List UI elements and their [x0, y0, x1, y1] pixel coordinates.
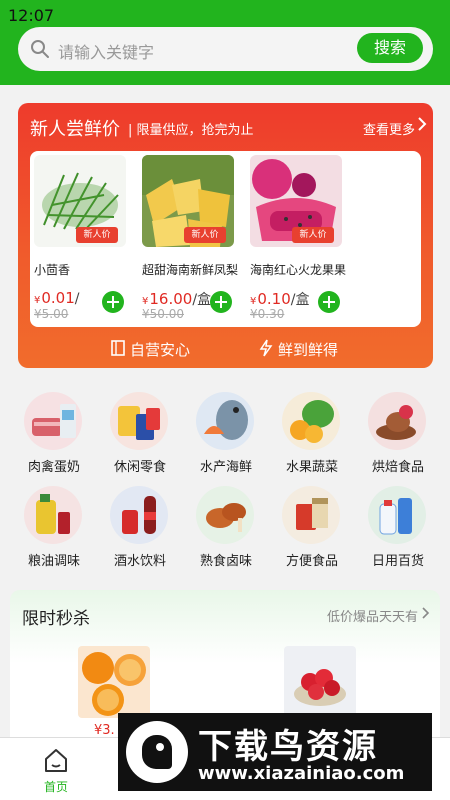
cooked-food-icon	[196, 486, 254, 544]
category-label: 肉禽蛋奶	[27, 460, 80, 475]
category-label: 水产海鲜	[199, 460, 252, 475]
product-card[interactable]: 新人价 小茴香 ¥0.01/ ¥5.00	[30, 155, 138, 323]
original-price: ¥0.30	[250, 307, 285, 321]
promo-subtitle: | 限量供应，抢完为止	[128, 123, 254, 138]
nav-home[interactable]: 首页	[0, 738, 112, 800]
category-label: 水果蔬菜	[285, 460, 338, 475]
drinks-icon	[110, 486, 168, 544]
new-user-price-tag: 新人价	[292, 227, 334, 243]
category-instant-food[interactable]: 方便食品	[269, 486, 355, 576]
product-price: ¥16.00/盒	[142, 290, 212, 308]
search-button[interactable]: 搜索	[357, 33, 423, 63]
bakery-icon	[368, 392, 426, 450]
fruit-vegetable-icon	[282, 392, 340, 450]
flash-product-image-orange[interactable]	[78, 646, 150, 718]
product-card[interactable]: 新人价 超甜海南新鲜凤梨 ¥16.00/盒 ¥50.00	[138, 155, 246, 323]
product-name[interactable]: 超甜海南新鲜凤梨	[142, 261, 246, 278]
promo-title: 新人尝鲜价	[30, 119, 120, 140]
category-fruit-vegetable[interactable]: 水果蔬菜	[269, 392, 355, 482]
promo-view-more-link[interactable]: 查看更多	[363, 119, 415, 138]
new-user-promo-card: 新人尝鲜价 | 限量供应，抢完为止 查看更多 新人价 小茴香 ¥0.01/ ¥5…	[18, 103, 433, 368]
category-label: 日用百货	[371, 554, 424, 569]
instant-food-icon	[282, 486, 340, 544]
new-user-price-tag: 新人价	[76, 227, 118, 243]
category-grain-oil[interactable]: 粮油调味	[11, 486, 97, 576]
daily-goods-icon	[368, 486, 426, 544]
product-card[interactable]: 新人价 海南红心火龙果果 ¥0.10/盒 ¥0.30	[246, 155, 354, 323]
category-drinks[interactable]: 酒水饮料	[97, 486, 183, 576]
meat-icon	[24, 392, 82, 450]
top-header: 12:07 请输入关键字 搜索	[0, 0, 450, 85]
flash-product-price: ¥3.	[94, 723, 115, 738]
category-bakery[interactable]: 烘焙食品	[355, 392, 441, 482]
category-seafood[interactable]: 水产海鲜	[183, 392, 269, 482]
lightning-icon	[259, 339, 273, 357]
original-price: ¥50.00	[142, 307, 184, 321]
site-watermark: 下载鸟资源 www.xiazainiao.com	[118, 713, 432, 791]
product-price: ¥0.01/	[34, 289, 80, 307]
category-meat[interactable]: 肉禽蛋奶	[11, 392, 97, 482]
category-daily-goods[interactable]: 日用百货	[355, 486, 441, 576]
flash-sale-title: 限时秒杀	[22, 609, 90, 629]
fresh-delivery-label: 鲜到鲜得	[278, 341, 339, 359]
category-label: 方便食品	[285, 554, 338, 569]
category-label: 烘焙食品	[371, 460, 424, 475]
snacks-icon	[110, 392, 168, 450]
watermark-title: 下载鸟资源	[198, 727, 378, 767]
original-price: ¥5.00	[34, 307, 69, 321]
new-user-price-tag: 新人价	[184, 227, 226, 243]
nav-label: 首页	[43, 780, 68, 794]
category-snacks[interactable]: 休闲零食	[97, 392, 183, 482]
category-label: 粮油调味	[27, 554, 80, 569]
add-to-cart-button[interactable]	[102, 291, 124, 313]
self-operated-label: 自营安心	[130, 341, 191, 359]
product-name[interactable]: 小茴香	[34, 261, 138, 278]
grain-oil-icon	[24, 486, 82, 544]
seafood-icon	[196, 392, 254, 450]
category-cooked-food[interactable]: 熟食卤味	[183, 486, 269, 576]
bird-logo-icon	[126, 721, 188, 783]
shield-icon	[111, 340, 125, 356]
chevron-right-icon[interactable]	[417, 116, 427, 132]
add-to-cart-button[interactable]	[318, 291, 340, 313]
chevron-right-icon[interactable]	[422, 607, 430, 619]
search-icon	[31, 40, 49, 58]
category-label: 熟食卤味	[199, 554, 252, 569]
product-price: ¥0.10/盒	[250, 290, 310, 308]
promo-products: 新人价 小茴香 ¥0.01/ ¥5.00 新人价 超甜海南新鲜凤梨 ¥16.00…	[30, 151, 421, 327]
search-input[interactable]: 请输入关键字	[58, 39, 154, 63]
search-bar[interactable]: 请输入关键字 搜索	[18, 27, 433, 71]
flash-product-image-strawberry[interactable]	[284, 646, 356, 718]
flash-sale-more-link[interactable]: 低价爆品天天有	[327, 606, 418, 625]
status-time: 12:07	[8, 6, 55, 25]
add-to-cart-button[interactable]	[210, 291, 232, 313]
watermark-url: www.xiazainiao.com	[198, 763, 405, 784]
category-label: 休闲零食	[113, 460, 166, 475]
home-icon	[45, 749, 67, 772]
product-name[interactable]: 海南红心火龙果果	[250, 261, 354, 278]
category-label: 酒水饮料	[113, 554, 166, 569]
